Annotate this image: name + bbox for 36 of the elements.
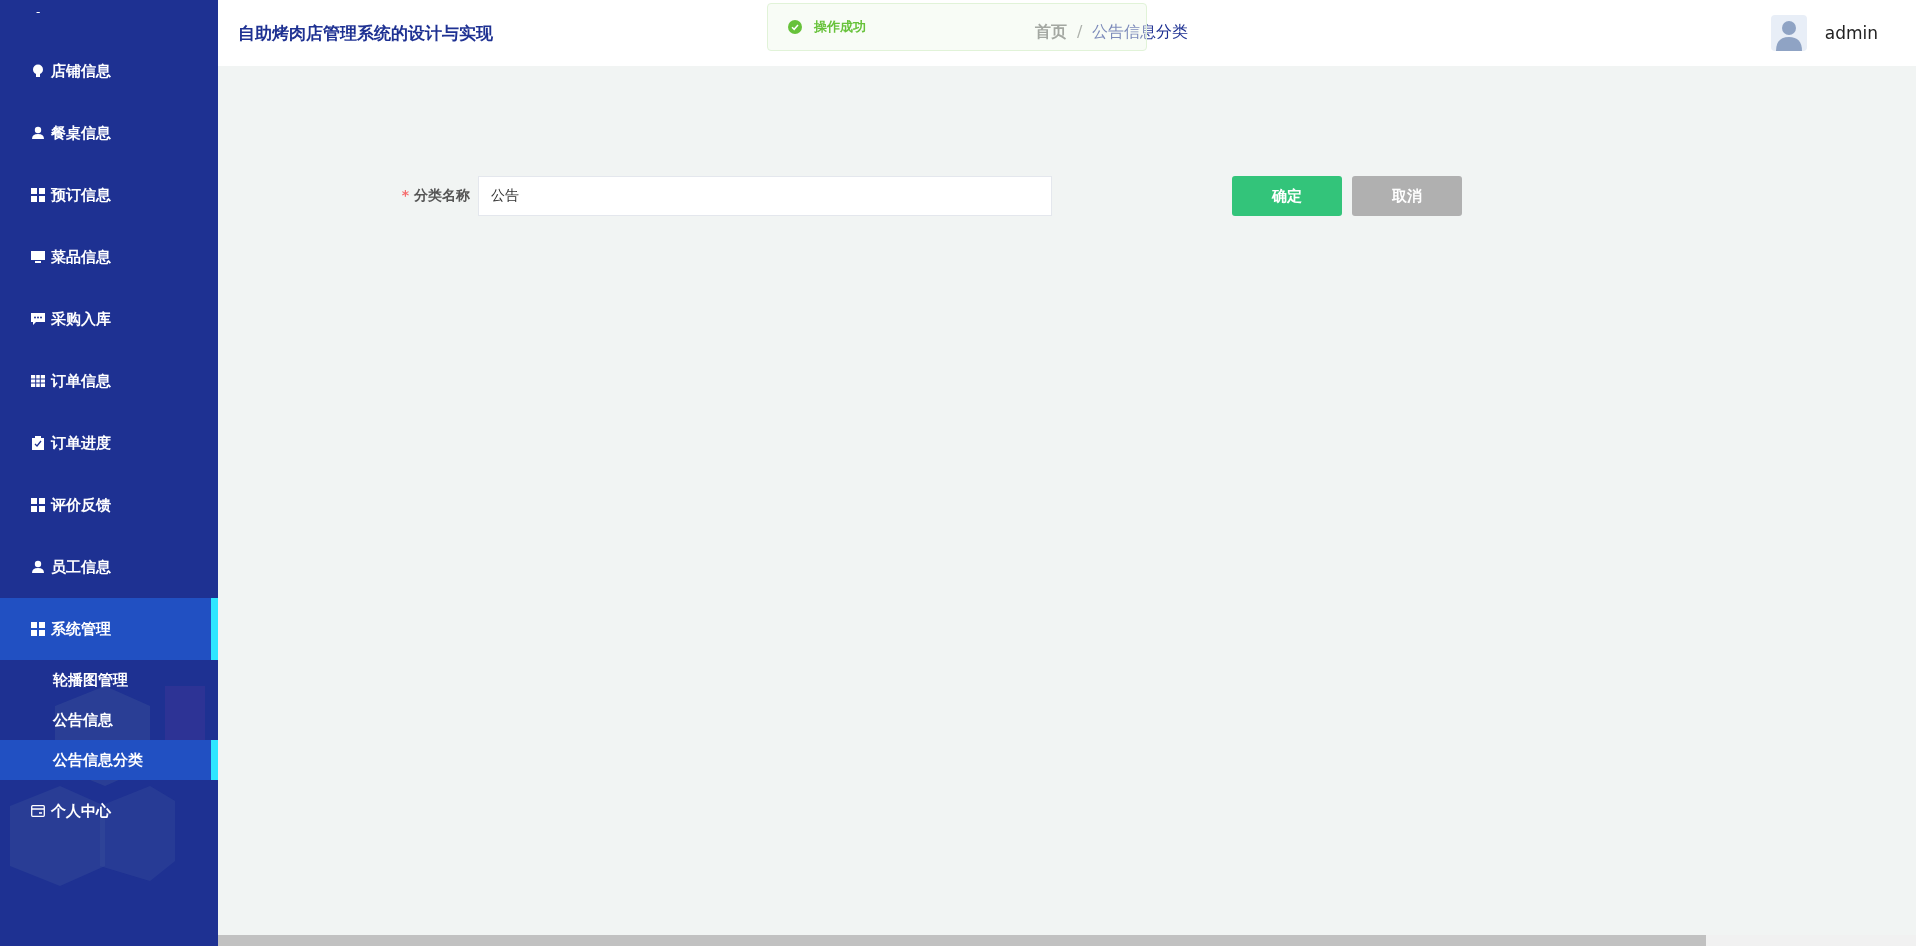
user-icon	[31, 560, 45, 574]
menu-item[interactable]: 店铺信息	[0, 40, 218, 102]
user-name[interactable]: admin	[1824, 23, 1878, 43]
toast-message: 操作成功	[814, 18, 866, 36]
submenu-item[interactable]: 公告信息	[0, 700, 218, 740]
grid-icon	[31, 188, 45, 202]
bulb-icon	[31, 64, 45, 78]
menu-item[interactable]: 订单信息	[0, 350, 218, 412]
menu-item[interactable]: 订单进度	[0, 412, 218, 474]
user-icon	[31, 126, 45, 140]
submenu-item[interactable]: 轮播图管理	[0, 660, 218, 700]
card-icon	[31, 804, 45, 818]
menu-item[interactable]: 员工信息	[0, 536, 218, 598]
submenu-item[interactable]: 公告信息分类	[0, 740, 218, 780]
menu-item[interactable]: 评价反馈	[0, 474, 218, 536]
monitor-icon	[31, 250, 45, 264]
menu-item[interactable]: 菜品信息	[0, 226, 218, 288]
input-field[interactable]: 公告	[478, 176, 1052, 216]
field-label: * 分类名称	[400, 187, 470, 205]
scrollbar-thumb[interactable]	[218, 935, 1706, 946]
menu-item[interactable]: 预订信息	[0, 164, 218, 226]
breadcrumb-separator: /	[1077, 22, 1083, 43]
clipboard-icon	[31, 436, 45, 450]
avatar[interactable]	[1770, 15, 1807, 51]
menu-item[interactable]: 餐桌信息	[0, 102, 218, 164]
menu-item[interactable]: 个人中心	[0, 780, 218, 842]
required-mark: *	[401, 187, 410, 203]
sidebar-mark: -	[35, 4, 42, 21]
app-title: 自助烤肉店管理系统的设计与实现	[238, 21, 493, 45]
menu-item[interactable]: 采购入库	[0, 288, 218, 350]
chat-icon	[31, 312, 45, 326]
grid-icon	[31, 622, 45, 636]
menu-item[interactable]: 系统管理	[0, 598, 218, 660]
success-icon	[788, 20, 802, 34]
table-icon	[31, 374, 45, 388]
grid-icon	[31, 498, 45, 512]
